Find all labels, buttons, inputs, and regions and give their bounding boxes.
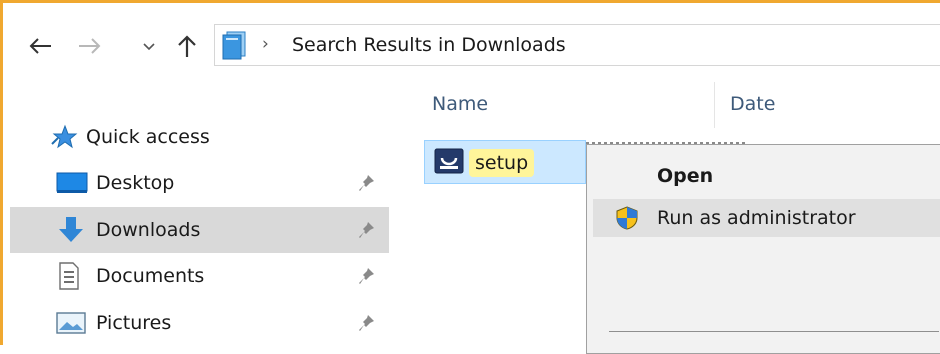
window-frame-top	[0, 0, 940, 3]
menu-item-run-as-administrator[interactable]: Run as administrator	[593, 199, 940, 237]
sidebar-quick-access[interactable]: Quick access	[50, 122, 210, 152]
sidebar-item-desktop[interactable]: Desktop	[56, 160, 389, 206]
recent-locations-button[interactable]	[138, 30, 160, 62]
pin-icon[interactable]	[355, 172, 377, 194]
column-header-name[interactable]: Name	[432, 93, 488, 115]
star-icon	[51, 124, 78, 149]
up-button[interactable]	[172, 30, 202, 62]
breadcrumb-separator[interactable]: ›	[262, 34, 269, 54]
sidebar-item-label: Documents	[96, 265, 205, 287]
file-name-label[interactable]: setup	[469, 149, 535, 177]
chevron-down-icon	[143, 43, 155, 51]
desktop-icon	[56, 172, 88, 193]
sidebar-item-label: Pictures	[96, 312, 172, 334]
sidebar-item-label: Downloads	[96, 219, 201, 241]
back-arrow-icon	[29, 38, 51, 54]
sidebar-quick-access-label: Quick access	[86, 126, 210, 148]
sidebar-item-pictures[interactable]: Pictures	[56, 300, 389, 346]
menu-separator	[609, 331, 939, 332]
sidebar-item-label: Desktop	[96, 172, 175, 194]
sidebar-item-downloads[interactable]: Downloads	[10, 207, 389, 253]
forward-button[interactable]	[72, 30, 108, 62]
back-button[interactable]	[22, 30, 58, 62]
menu-item-label: Open	[657, 165, 714, 187]
column-header-date[interactable]: Date	[730, 93, 775, 115]
up-arrow-icon	[178, 35, 196, 57]
documents-icon	[59, 262, 79, 290]
window-frame-left	[0, 0, 3, 345]
sidebar-item-documents[interactable]: Documents	[56, 253, 389, 299]
pin-icon[interactable]	[355, 265, 377, 287]
pictures-icon	[56, 312, 86, 334]
menu-item-label: Run as administrator	[657, 207, 856, 229]
forward-arrow-icon	[79, 38, 101, 54]
pin-icon[interactable]	[355, 312, 377, 334]
downloads-icon	[59, 217, 83, 242]
breadcrumb-path[interactable]: Search Results in Downloads	[292, 34, 566, 56]
menu-item-open[interactable]: Open	[593, 157, 940, 195]
setup-app-icon	[434, 148, 464, 174]
uac-shield-icon	[616, 206, 638, 230]
search-results-folder-icon	[222, 31, 246, 60]
column-divider[interactable]	[714, 82, 715, 128]
context-menu: Open Run as administrator	[586, 144, 940, 354]
pin-icon[interactable]	[355, 219, 377, 241]
